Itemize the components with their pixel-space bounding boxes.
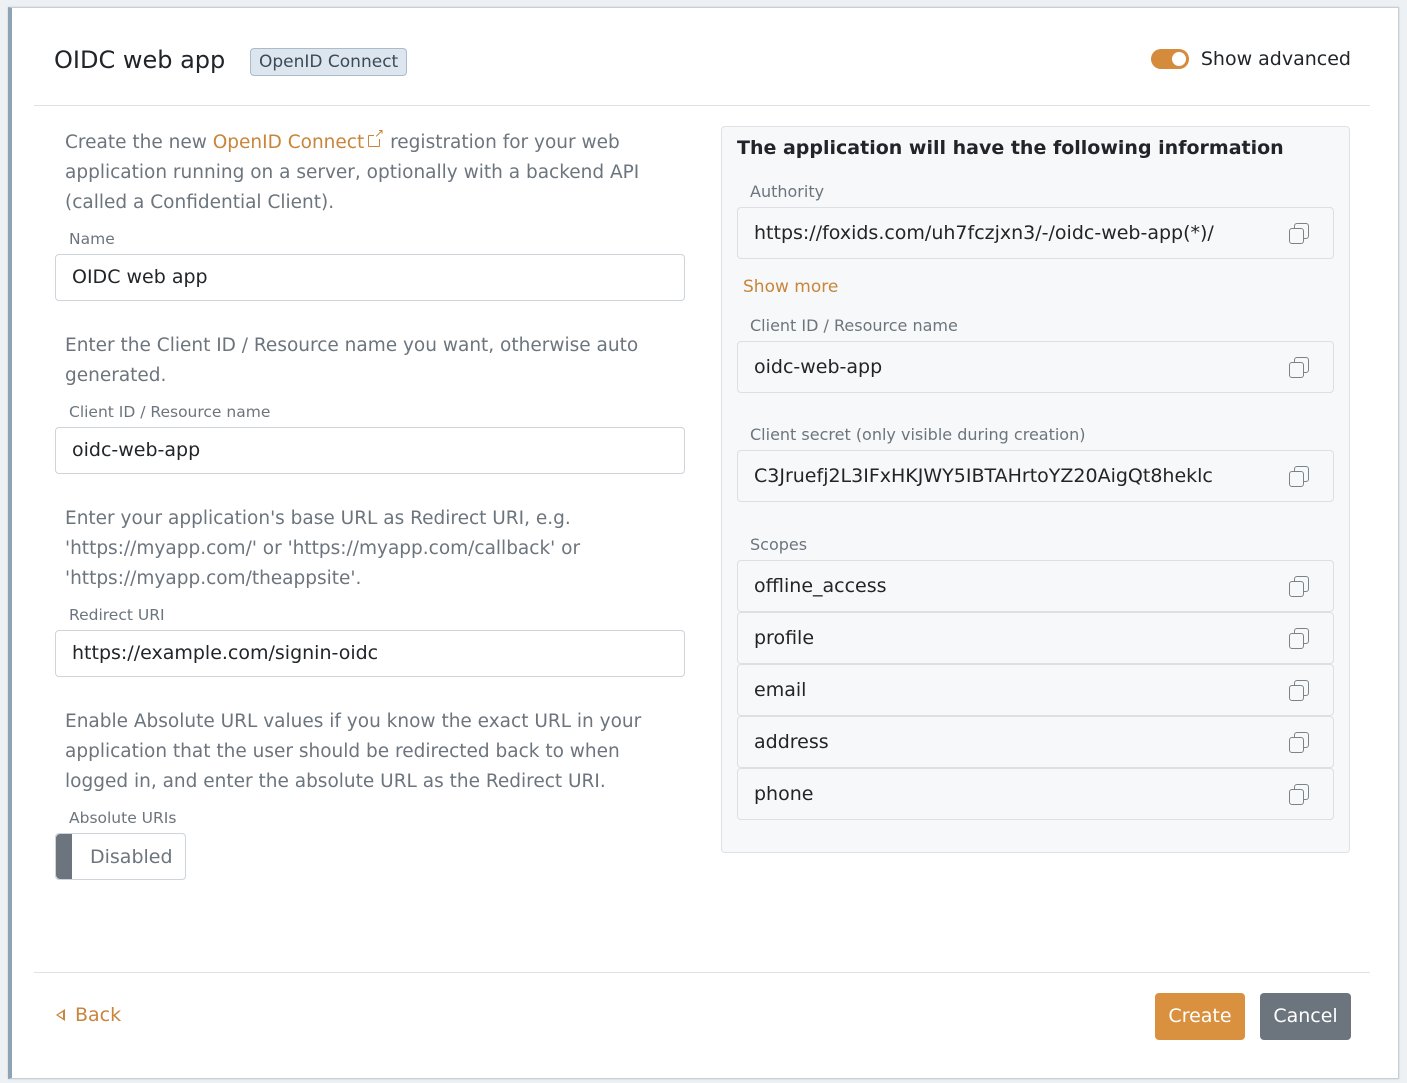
show-advanced-label: Show advanced [1200, 48, 1351, 70]
info-title: The application will have the following … [737, 137, 1284, 159]
openid-connect-link[interactable]: OpenID Connect [213, 132, 365, 153]
client-id-help: Enter the Client ID / Resource name you … [65, 335, 639, 386]
authority-label: Authority [750, 182, 825, 201]
scope-value: address [754, 731, 829, 753]
absolute-uris-switch[interactable]: Disabled [55, 833, 186, 880]
client-id-input[interactable]: oidc-web-app [55, 427, 685, 474]
scopes-label: Scopes [750, 535, 808, 554]
copy-icon[interactable] [1289, 784, 1309, 805]
info-client-id-field: oidc-web-app [737, 341, 1334, 393]
footer-divider [34, 972, 1370, 973]
scope-item: phone [737, 768, 1334, 820]
authority-value: https://foxids.com/uh7fczjxn3/-/oidc-web… [754, 222, 1214, 244]
copy-icon[interactable] [1289, 680, 1309, 701]
page-title: OIDC web app [54, 46, 226, 74]
redirect-uri-input[interactable]: https://example.com/signin-oidc [55, 630, 685, 677]
back-link[interactable]: Back [56, 1004, 121, 1026]
cancel-button[interactable]: Cancel [1260, 993, 1351, 1040]
toggle-switch[interactable] [1150, 49, 1189, 69]
scope-value: offline_access [754, 575, 887, 597]
client-secret-field: C3Jruefj2L3IFxHKJWY5IBTAHrtoYZ20AigQt8he… [737, 450, 1334, 502]
redirect-uri-label: Redirect URI [69, 606, 165, 624]
client-secret-value: C3Jruefj2L3IFxHKJWY5IBTAHrtoYZ20AigQt8he… [754, 465, 1213, 487]
scope-item: profile [737, 612, 1334, 664]
redirect-help: Enter your application's base URL as Red… [65, 508, 581, 589]
intro-text-start: Create the new [65, 132, 213, 153]
scope-value: email [754, 679, 807, 701]
show-advanced-toggle[interactable]: Show advanced [1150, 48, 1351, 70]
registration-form: Create the new OpenID Connect registrati… [55, 127, 685, 880]
switch-knob[interactable] [56, 834, 72, 879]
copy-icon[interactable] [1289, 357, 1309, 378]
info-client-id-label: Client ID / Resource name [750, 316, 958, 335]
copy-icon[interactable] [1289, 732, 1309, 753]
scope-value: profile [754, 627, 815, 649]
scope-item: address [737, 716, 1334, 768]
client-secret-label: Client secret (only visible during creat… [750, 425, 1086, 444]
scope-item: email [737, 664, 1334, 716]
absolute-uris-label: Absolute URIs [69, 809, 177, 827]
intro-text: Create the new OpenID Connect registrati… [55, 127, 685, 218]
name-input[interactable]: OIDC web app [55, 254, 685, 301]
copy-icon[interactable] [1289, 576, 1309, 597]
dialog-header: OIDC web app OpenID Connect Show advance… [34, 8, 1370, 106]
external-link-icon [368, 127, 385, 147]
absolute-uris-state: Disabled [90, 845, 173, 868]
name-label: Name [69, 230, 115, 248]
chevron-left-icon [56, 1009, 65, 1021]
absolute-uri-help: Enable Absolute URL values if you know t… [65, 711, 642, 792]
create-button[interactable]: Create [1155, 993, 1245, 1040]
client-id-label: Client ID / Resource name [69, 403, 271, 421]
application-info-panel: The application will have the following … [721, 126, 1350, 853]
scope-item: offline_access [737, 560, 1334, 612]
dialog: OIDC web app OpenID Connect Show advance… [8, 7, 1399, 1079]
authority-field: https://foxids.com/uh7fczjxn3/-/oidc-web… [737, 207, 1334, 259]
copy-icon[interactable] [1289, 466, 1309, 487]
protocol-badge: OpenID Connect [250, 48, 408, 76]
scope-value: phone [754, 783, 814, 805]
copy-icon[interactable] [1289, 223, 1309, 244]
copy-icon[interactable] [1289, 628, 1309, 649]
show-more-link[interactable]: Show more [743, 277, 838, 297]
info-client-id-value: oidc-web-app [754, 356, 883, 378]
back-label: Back [75, 1004, 122, 1026]
